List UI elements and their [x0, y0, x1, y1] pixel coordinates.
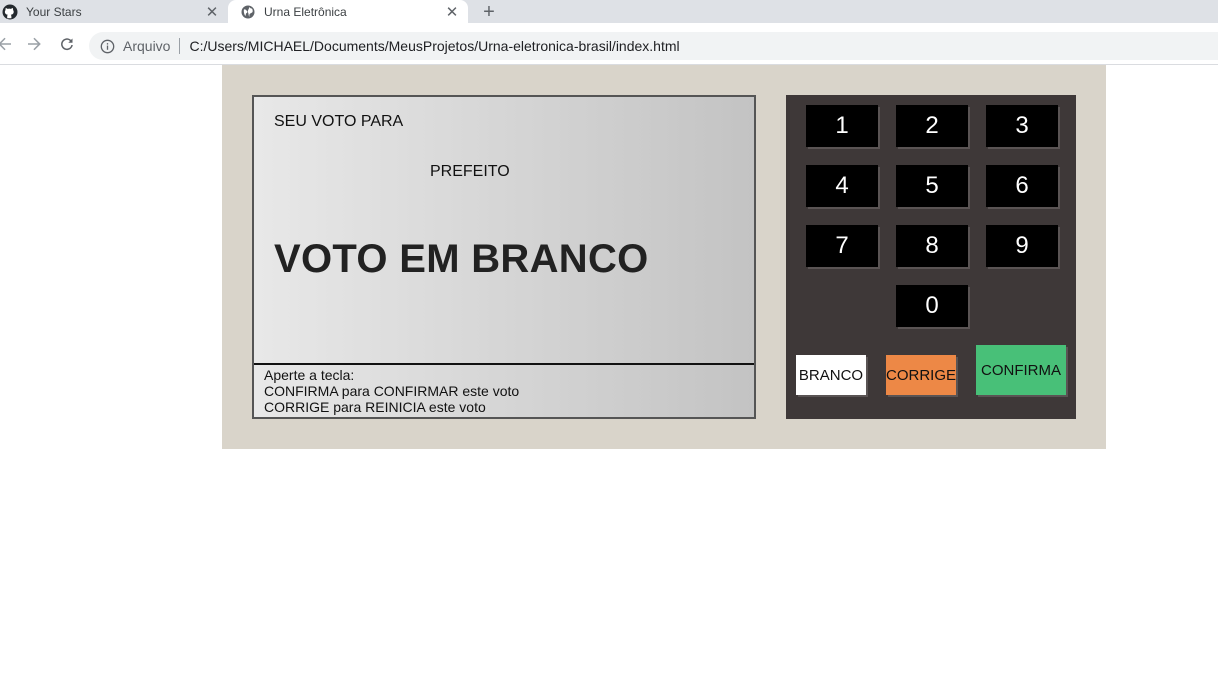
- tab-bar: Your Stars ✕ Urna Eletrônica ✕ +: [0, 0, 1218, 23]
- instruction-line: Aperte a tecla:: [264, 367, 355, 383]
- key-3[interactable]: 3: [986, 105, 1058, 147]
- site-info-chip[interactable]: Arquivo: [123, 38, 170, 54]
- back-arrow-icon[interactable]: [0, 33, 16, 55]
- url-text[interactable]: C:/Users/MICHAEL/Documents/MeusProjetos/…: [189, 38, 679, 54]
- key-2[interactable]: 2: [896, 105, 968, 147]
- vote-for-label: SEU VOTO PARA: [274, 113, 404, 130]
- confirm-button[interactable]: CONFIRMA: [976, 345, 1066, 395]
- office-label: PREFEITO: [430, 163, 510, 180]
- info-icon[interactable]: [99, 38, 115, 54]
- key-8[interactable]: 8: [896, 225, 968, 267]
- instructions: Aperte a tecla: CONFIRMA para CONFIRMAR …: [264, 367, 519, 415]
- keypad: 1 2 3 4 5 6 7 8 9 0 BRANCO CORRIGE CONFI…: [786, 95, 1076, 419]
- key-5[interactable]: 5: [896, 165, 968, 207]
- key-4[interactable]: 4: [806, 165, 878, 207]
- address-bar[interactable]: Arquivo C:/Users/MICHAEL/Documents/MeusP…: [89, 32, 1218, 60]
- browser-toolbar: Arquivo C:/Users/MICHAEL/Documents/MeusP…: [0, 23, 1218, 65]
- tab-urna-eletronica[interactable]: Urna Eletrônica ✕: [228, 0, 468, 23]
- github-icon: [2, 4, 18, 20]
- key-7[interactable]: 7: [806, 225, 878, 267]
- blank-vote-button[interactable]: BRANCO: [796, 355, 866, 395]
- close-icon[interactable]: ✕: [444, 4, 460, 21]
- reload-icon[interactable]: [56, 33, 78, 55]
- key-9[interactable]: 9: [986, 225, 1058, 267]
- forward-arrow-icon[interactable]: [23, 33, 45, 55]
- voting-machine: SEU VOTO PARA PREFEITO VOTO EM BRANCO Ap…: [222, 65, 1106, 449]
- blank-vote-message: VOTO EM BRANCO: [274, 237, 649, 281]
- correct-button[interactable]: CORRIGE: [886, 355, 956, 395]
- key-6[interactable]: 6: [986, 165, 1058, 207]
- key-0[interactable]: 0: [896, 285, 968, 327]
- instruction-line: CONFIRMA para CONFIRMAR este voto: [264, 383, 520, 399]
- tab-title: Your Stars: [26, 4, 82, 19]
- screen-main-area: SEU VOTO PARA PREFEITO VOTO EM BRANCO: [254, 97, 754, 365]
- close-icon[interactable]: ✕: [204, 4, 220, 21]
- tab-title: Urna Eletrônica: [264, 4, 347, 19]
- globe-icon: [240, 4, 256, 20]
- voting-screen: SEU VOTO PARA PREFEITO VOTO EM BRANCO Ap…: [252, 95, 756, 419]
- new-tab-icon[interactable]: +: [478, 1, 500, 23]
- tab-your-stars[interactable]: Your Stars ✕: [0, 0, 228, 23]
- address-separator: [179, 38, 181, 54]
- instruction-line: CORRIGE para REINICIA este voto: [264, 399, 486, 415]
- key-1[interactable]: 1: [806, 105, 878, 147]
